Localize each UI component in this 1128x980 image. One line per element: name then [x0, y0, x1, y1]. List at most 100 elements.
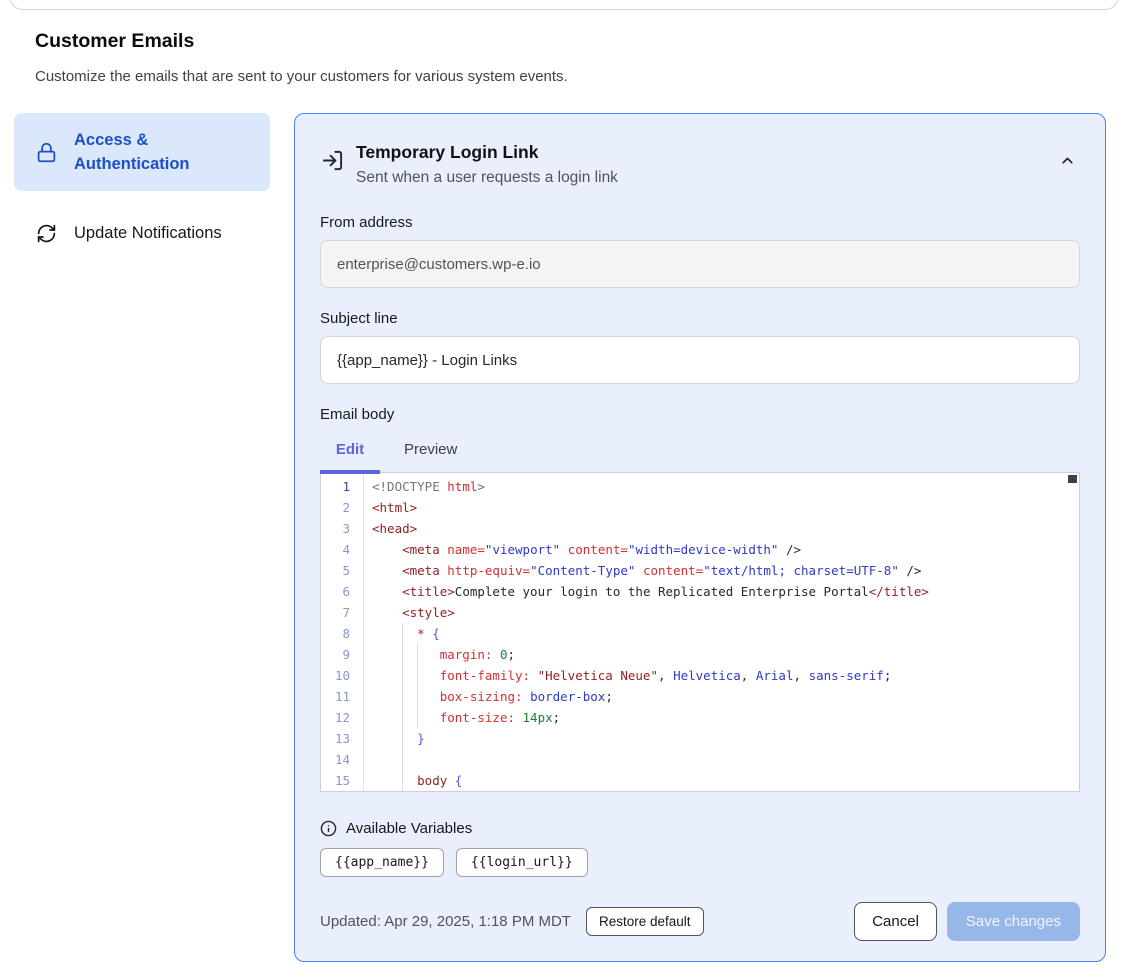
- line-number: 2: [321, 497, 363, 518]
- panel-titles: Temporary Login Link Sent when a user re…: [356, 140, 618, 189]
- subject-line-input[interactable]: [320, 336, 1080, 384]
- main-layout: Access & Authentication Update Notificati…: [14, 113, 1106, 962]
- code-line-content: }: [363, 728, 1079, 749]
- variable-chip[interactable]: {{login_url}}: [456, 848, 588, 877]
- indent-guide: [417, 665, 418, 686]
- available-variables-label: Available Variables: [346, 820, 472, 837]
- from-address-input[interactable]: [320, 240, 1080, 288]
- restore-default-button[interactable]: Restore default: [586, 907, 704, 936]
- editor-tabs: Edit Preview: [320, 427, 1080, 472]
- code-line: 5 <meta http-equiv="Content-Type" conten…: [321, 560, 1079, 581]
- from-address-field-group: From address: [320, 214, 1080, 288]
- tab-preview[interactable]: Preview: [404, 427, 457, 472]
- email-body-group: Email body Edit Preview 1<!DOCTYPE html>2…: [320, 406, 1080, 792]
- line-number: 8: [321, 623, 363, 644]
- code-line: 4 <meta name="viewport" content="width=d…: [321, 539, 1079, 560]
- indent-guide: [417, 686, 418, 707]
- available-variables-header: Available Variables: [320, 820, 1080, 837]
- code-line-content: background-color: #f6f9fc;: [363, 791, 1079, 792]
- previous-card-bottom-edge: [10, 0, 1118, 10]
- line-number: 13: [321, 728, 363, 749]
- indent-guide: [402, 791, 403, 792]
- page-title: Customer Emails: [35, 30, 1093, 53]
- code-line: 10 font-family: "Helvetica Neue", Helvet…: [321, 665, 1079, 686]
- code-line-content: box-sizing: border-box;: [363, 686, 1079, 707]
- lock-icon: [36, 142, 57, 163]
- indent-guide: [402, 623, 403, 644]
- page-header: Customer Emails Customize the emails tha…: [0, 0, 1128, 85]
- tab-edit[interactable]: Edit: [320, 427, 380, 472]
- subject-line-label: Subject line: [320, 310, 1080, 327]
- login-icon: [321, 149, 344, 172]
- updated-timestamp: Updated: Apr 29, 2025, 1:18 PM MDT: [320, 913, 571, 930]
- line-number: 7: [321, 602, 363, 623]
- from-address-label: From address: [320, 214, 1080, 231]
- info-icon: [320, 820, 337, 837]
- section-title: Temporary Login Link: [356, 140, 618, 165]
- line-number: 5: [321, 560, 363, 581]
- code-line-content: <meta name="viewport" content="width=dev…: [363, 539, 1079, 560]
- sidebar-item-update-notifications[interactable]: Update Notifications: [14, 207, 270, 259]
- panel-footer: Updated: Apr 29, 2025, 1:18 PM MDT Resto…: [320, 902, 1080, 941]
- page-description: Customize the emails that are sent to yo…: [35, 68, 1093, 85]
- code-line-content: [363, 749, 1079, 770]
- indent-guide: [402, 665, 403, 686]
- line-number: 1: [321, 476, 363, 497]
- indent-guide: [417, 644, 418, 665]
- email-settings-panel: Temporary Login Link Sent when a user re…: [294, 113, 1106, 962]
- code-line-content: font-size: 14px;: [363, 707, 1079, 728]
- sidebar-item-label: Update Notifications: [74, 221, 222, 245]
- code-line: 16 background-color: #f6f9fc;: [321, 791, 1079, 792]
- line-number: 3: [321, 518, 363, 539]
- indent-guide: [402, 644, 403, 665]
- code-line-content: <html>: [363, 497, 1079, 518]
- sidebar-item-label: Access & Authentication: [74, 128, 252, 176]
- cancel-button[interactable]: Cancel: [854, 902, 937, 941]
- code-line: 11 box-sizing: border-box;: [321, 686, 1079, 707]
- code-line-content: * {: [363, 623, 1079, 644]
- code-line: 2<html>: [321, 497, 1079, 518]
- chevron-up-icon: [1059, 152, 1076, 169]
- code-line: 13 }: [321, 728, 1079, 749]
- code-line-content: <meta http-equiv="Content-Type" content=…: [363, 560, 1079, 581]
- variable-chip[interactable]: {{app_name}}: [320, 848, 444, 877]
- indent-guide: [417, 707, 418, 728]
- save-changes-button[interactable]: Save changes: [947, 902, 1080, 941]
- sidebar-item-access-authentication[interactable]: Access & Authentication: [14, 113, 270, 191]
- indent-guide: [417, 791, 418, 792]
- indent-guide: [402, 728, 403, 749]
- indent-guide: [402, 707, 403, 728]
- code-line-content: <style>: [363, 602, 1079, 623]
- line-number: 12: [321, 707, 363, 728]
- code-line: 15 body {: [321, 770, 1079, 791]
- code-line-content: <!DOCTYPE html>: [363, 476, 1079, 497]
- code-line: 9 margin: 0;: [321, 644, 1079, 665]
- code-line: 1<!DOCTYPE html>: [321, 476, 1079, 497]
- code-line-content: font-family: "Helvetica Neue", Helvetica…: [363, 665, 1079, 686]
- refresh-icon: [36, 223, 57, 244]
- indent-guide: [402, 686, 403, 707]
- indent-guide: [402, 749, 403, 770]
- variable-chips: {{app_name}} {{login_url}}: [320, 848, 1080, 877]
- panel-header: Temporary Login Link Sent when a user re…: [320, 140, 1080, 189]
- code-line: 12 font-size: 14px;: [321, 707, 1079, 728]
- section-subtitle: Sent when a user requests a login link: [356, 167, 618, 189]
- code-line-content: <head>: [363, 518, 1079, 539]
- email-categories-sidebar: Access & Authentication Update Notificati…: [14, 113, 270, 259]
- code-line-content: body {: [363, 770, 1079, 791]
- line-number: 6: [321, 581, 363, 602]
- line-number: 10: [321, 665, 363, 686]
- line-number: 11: [321, 686, 363, 707]
- line-number: 9: [321, 644, 363, 665]
- code-line: 8 * {: [321, 623, 1079, 644]
- code-line: 6 <title>Complete your login to the Repl…: [321, 581, 1079, 602]
- subject-line-field-group: Subject line: [320, 310, 1080, 384]
- indent-guide: [402, 770, 403, 791]
- code-line-content: <title>Complete your login to the Replic…: [363, 581, 1079, 602]
- code-editor[interactable]: 1<!DOCTYPE html>2<html>3<head>4 <meta na…: [320, 472, 1080, 792]
- email-body-label: Email body: [320, 406, 1080, 423]
- line-number: 15: [321, 770, 363, 791]
- collapse-section-button[interactable]: [1055, 148, 1080, 176]
- code-line: 7 <style>: [321, 602, 1079, 623]
- line-number: 4: [321, 539, 363, 560]
